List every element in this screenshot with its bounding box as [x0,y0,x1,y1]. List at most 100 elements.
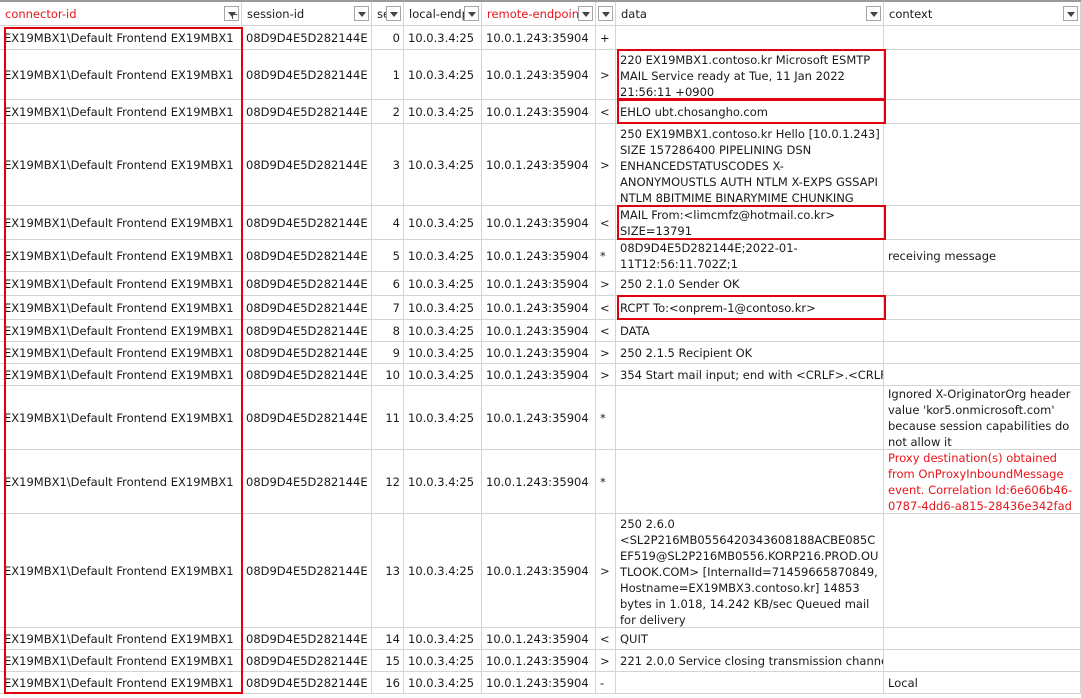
event-cell[interactable]: - [596,672,616,693]
filter-dropdown-icon[interactable] [598,6,613,21]
header-context[interactable]: context [884,2,1081,26]
event-cell[interactable]: * [596,386,616,449]
local-endpoint-cell[interactable]: 10.0.3.4:25 [404,124,482,205]
event-cell[interactable]: < [596,320,616,341]
seq-cell[interactable]: 8 [372,320,404,341]
event-cell[interactable]: > [596,50,616,99]
seq-cell[interactable]: 10 [372,364,404,385]
filter-active-icon[interactable] [224,6,239,21]
local-endpoint-cell[interactable]: 10.0.3.4:25 [404,206,482,239]
seq-cell[interactable]: 3 [372,124,404,205]
table-row[interactable]: EX19MBX1\Default Frontend EX19MBX1 08D9D4… [0,320,1081,342]
data-cell[interactable]: 354 Start mail input; end with <CRLF>.<C… [616,364,884,385]
event-cell[interactable]: > [596,124,616,205]
session-id-cell[interactable]: 08D9D4E5D282144E [242,342,372,363]
data-cell[interactable] [616,672,884,693]
session-id-cell[interactable]: 08D9D4E5D282144E [242,514,372,627]
session-id-cell[interactable]: 08D9D4E5D282144E [242,240,372,271]
session-id-cell[interactable]: 08D9D4E5D282144E [242,206,372,239]
connector-id-cell[interactable]: EX19MBX1\Default Frontend EX19MBX1 [0,124,242,205]
seq-cell[interactable]: 16 [372,672,404,693]
data-cell[interactable]: 220 EX19MBX1.contoso.kr Microsoft ESMTP … [616,50,884,99]
seq-cell[interactable]: 12 [372,450,404,513]
session-id-cell[interactable]: 08D9D4E5D282144E [242,100,372,123]
filter-dropdown-icon[interactable] [578,6,593,21]
header-data[interactable]: data [616,2,884,26]
local-endpoint-cell[interactable]: 10.0.3.4:25 [404,240,482,271]
connector-id-cell[interactable]: EX19MBX1\Default Frontend EX19MBX1 [0,320,242,341]
header-connector-id[interactable]: connector-id [0,2,242,26]
session-id-cell[interactable]: 08D9D4E5D282144E [242,650,372,671]
table-row[interactable]: EX19MBX1\Default Frontend EX19MBX1 08D9D4… [0,26,1081,50]
seq-cell[interactable]: 13 [372,514,404,627]
context-cell[interactable]: Local [884,672,1081,693]
table-row[interactable]: EX19MBX1\Default Frontend EX19MBX1 08D9D4… [0,672,1081,694]
data-cell[interactable]: 250 2.1.5 Recipient OK [616,342,884,363]
seq-cell[interactable]: 1 [372,50,404,99]
connector-id-cell[interactable]: EX19MBX1\Default Frontend EX19MBX1 [0,514,242,627]
table-row[interactable]: EX19MBX1\Default Frontend EX19MBX1 08D9D4… [0,272,1081,296]
data-cell[interactable]: EHLO ubt.chosangho.com [616,100,884,123]
connector-id-cell[interactable]: EX19MBX1\Default Frontend EX19MBX1 [0,650,242,671]
context-cell[interactable]: receiving message [884,240,1081,271]
table-row[interactable]: EX19MBX1\Default Frontend EX19MBX1 08D9D4… [0,100,1081,124]
data-cell[interactable] [616,450,884,513]
session-id-cell[interactable]: 08D9D4E5D282144E [242,386,372,449]
session-id-cell[interactable]: 08D9D4E5D282144E [242,672,372,693]
remote-endpoint-cell[interactable]: 10.0.1.243:35904 [482,124,596,205]
event-cell[interactable]: + [596,26,616,49]
context-cell[interactable] [884,364,1081,385]
local-endpoint-cell[interactable]: 10.0.3.4:25 [404,26,482,49]
context-cell[interactable] [884,272,1081,295]
session-id-cell[interactable]: 08D9D4E5D282144E [242,628,372,649]
filter-dropdown-icon[interactable] [386,6,401,21]
connector-id-cell[interactable]: EX19MBX1\Default Frontend EX19MBX1 [0,206,242,239]
context-cell[interactable] [884,342,1081,363]
table-row[interactable]: EX19MBX1\Default Frontend EX19MBX1 08D9D4… [0,342,1081,364]
local-endpoint-cell[interactable]: 10.0.3.4:25 [404,296,482,319]
event-cell[interactable]: < [596,628,616,649]
data-cell[interactable] [616,386,884,449]
data-cell[interactable]: QUIT [616,628,884,649]
local-endpoint-cell[interactable]: 10.0.3.4:25 [404,320,482,341]
session-id-cell[interactable]: 08D9D4E5D282144E [242,272,372,295]
context-cell[interactable] [884,514,1081,627]
event-cell[interactable]: > [596,650,616,671]
local-endpoint-cell[interactable]: 10.0.3.4:25 [404,672,482,693]
seq-cell[interactable]: 11 [372,386,404,449]
session-id-cell[interactable]: 08D9D4E5D282144E [242,450,372,513]
session-id-cell[interactable]: 08D9D4E5D282144E [242,124,372,205]
remote-endpoint-cell[interactable]: 10.0.1.243:35904 [482,364,596,385]
data-cell[interactable]: 250 2.1.0 Sender OK [616,272,884,295]
connector-id-cell[interactable]: EX19MBX1\Default Frontend EX19MBX1 [0,272,242,295]
context-cell[interactable] [884,100,1081,123]
connector-id-cell[interactable]: EX19MBX1\Default Frontend EX19MBX1 [0,100,242,123]
data-cell[interactable]: 221 2.0.0 Service closing transmission c… [616,650,884,671]
session-id-cell[interactable]: 08D9D4E5D282144E [242,26,372,49]
session-id-cell[interactable]: 08D9D4E5D282144E [242,364,372,385]
remote-endpoint-cell[interactable]: 10.0.1.243:35904 [482,514,596,627]
connector-id-cell[interactable]: EX19MBX1\Default Frontend EX19MBX1 [0,450,242,513]
session-id-cell[interactable]: 08D9D4E5D282144E [242,50,372,99]
context-cell[interactable] [884,650,1081,671]
context-cell[interactable] [884,628,1081,649]
local-endpoint-cell[interactable]: 10.0.3.4:25 [404,364,482,385]
seq-cell[interactable]: 6 [372,272,404,295]
data-cell[interactable]: 08D9D4E5D282144E;2022-01-11T12:56:11.702… [616,240,884,271]
context-cell[interactable]: Proxy destination(s) obtained from OnPro… [884,450,1081,513]
event-cell[interactable]: > [596,364,616,385]
remote-endpoint-cell[interactable]: 10.0.1.243:35904 [482,628,596,649]
local-endpoint-cell[interactable]: 10.0.3.4:25 [404,650,482,671]
table-row[interactable]: EX19MBX1\Default Frontend EX19MBX1 08D9D4… [0,124,1081,206]
table-row[interactable]: EX19MBX1\Default Frontend EX19MBX1 08D9D4… [0,364,1081,386]
seq-cell[interactable]: 4 [372,206,404,239]
event-cell[interactable]: > [596,514,616,627]
local-endpoint-cell[interactable]: 10.0.3.4:25 [404,450,482,513]
remote-endpoint-cell[interactable]: 10.0.1.243:35904 [482,386,596,449]
table-row[interactable]: EX19MBX1\Default Frontend EX19MBX1 08D9D4… [0,296,1081,320]
local-endpoint-cell[interactable]: 10.0.3.4:25 [404,342,482,363]
filter-dropdown-icon[interactable] [1063,6,1078,21]
data-cell[interactable]: RCPT To:<onprem-1@contoso.kr> [616,296,884,319]
local-endpoint-cell[interactable]: 10.0.3.4:25 [404,386,482,449]
filter-dropdown-icon[interactable] [866,6,881,21]
